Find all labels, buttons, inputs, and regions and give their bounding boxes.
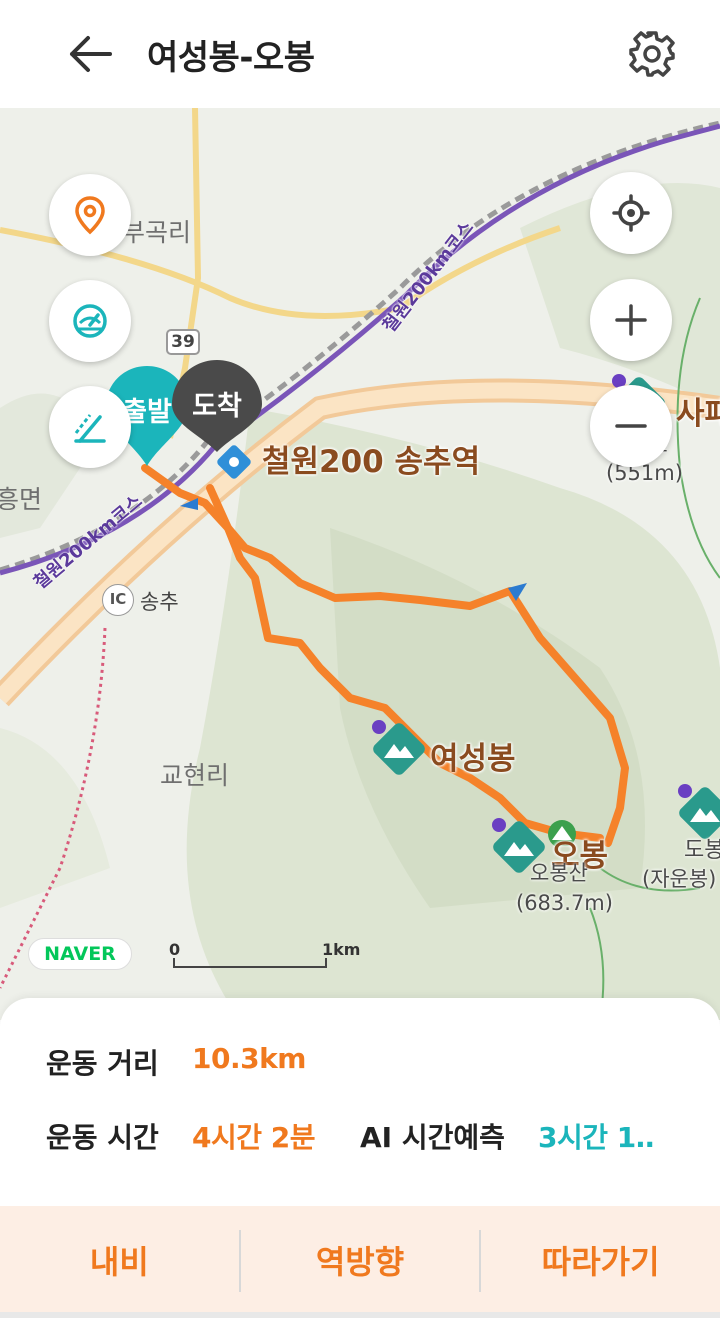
distance-value: 10.3km xyxy=(192,1042,306,1075)
time-label: 운동 시간 xyxy=(46,1121,159,1154)
crosshair-icon xyxy=(612,194,650,232)
arrow-left-icon xyxy=(70,36,112,72)
back-button[interactable] xyxy=(62,32,118,76)
mountain-icon xyxy=(372,720,425,775)
ai-time-value[interactable]: 3시간 1‥ xyxy=(538,1116,654,1156)
naver-logo: NAVER xyxy=(28,938,132,970)
speed-button[interactable] xyxy=(49,280,131,362)
header: 여성봉-오봉 xyxy=(0,0,720,108)
gear-icon xyxy=(629,31,675,77)
peak-label-dobong: 도봉 xyxy=(684,838,720,863)
speedometer-icon xyxy=(73,304,107,338)
location-button[interactable] xyxy=(49,174,131,256)
route-info-panel: 운동 거리 10.3km 운동 시간 4시간 2분 AI 시간예측 3시간 1‥ xyxy=(0,998,720,1206)
place-label-bugokri: 부곡리 xyxy=(122,218,192,247)
map-view[interactable]: 부곡리 흥면 교현리 39 IC 송추 철원200km코스 철원200km코스 … xyxy=(0,108,720,1020)
distance-label: 운동 거리 xyxy=(46,1047,159,1080)
location-pin-icon xyxy=(75,196,105,235)
action-bar: 내비 역방향 따라가기 xyxy=(0,1206,720,1314)
ic-label: 송추 xyxy=(140,590,179,614)
peak-label-sapae: 사패 xyxy=(676,396,720,432)
settings-button[interactable] xyxy=(626,28,678,80)
peak-label-yeoseongbong: 여성봉 xyxy=(430,741,516,777)
time-value: 4시간 2분 xyxy=(192,1121,316,1154)
station-label: 철원200 송추역 xyxy=(262,444,481,480)
slope-button[interactable] xyxy=(49,386,131,468)
scale-km-label: 1km xyxy=(322,940,361,959)
page-title: 여성봉-오봉 xyxy=(147,38,315,78)
end-pin-label: 도착 xyxy=(192,391,242,422)
follow-button[interactable]: 따라가기 xyxy=(481,1206,720,1314)
zoom-in-button[interactable] xyxy=(590,279,672,361)
ic-badge: IC xyxy=(102,584,134,616)
bottom-edge xyxy=(0,1312,720,1318)
reverse-button[interactable]: 역방향 xyxy=(241,1206,480,1314)
road-number-badge: 39 xyxy=(166,329,200,355)
slope-icon xyxy=(74,414,106,443)
plus-icon xyxy=(615,304,647,336)
minus-icon xyxy=(615,424,647,428)
place-label-gyohyeonri: 교현리 xyxy=(160,761,230,790)
peak-sub-obong: 오봉산 xyxy=(530,861,588,885)
peak-height-obong: (683.7m) xyxy=(516,891,613,915)
scale-bar xyxy=(173,958,327,968)
scale-zero-label: 0 xyxy=(169,940,181,959)
end-pin[interactable]: 도착 xyxy=(170,358,264,454)
place-label-heungmyeon: 흥면 xyxy=(0,485,43,514)
mountain-icon xyxy=(678,784,720,839)
zoom-out-button[interactable] xyxy=(590,385,672,467)
peak-sub-dobong: (자운봉) xyxy=(642,867,717,891)
navi-button[interactable]: 내비 xyxy=(0,1206,239,1314)
ai-time-label: AI 시간예측 xyxy=(360,1121,505,1154)
current-location-button[interactable] xyxy=(590,172,672,254)
